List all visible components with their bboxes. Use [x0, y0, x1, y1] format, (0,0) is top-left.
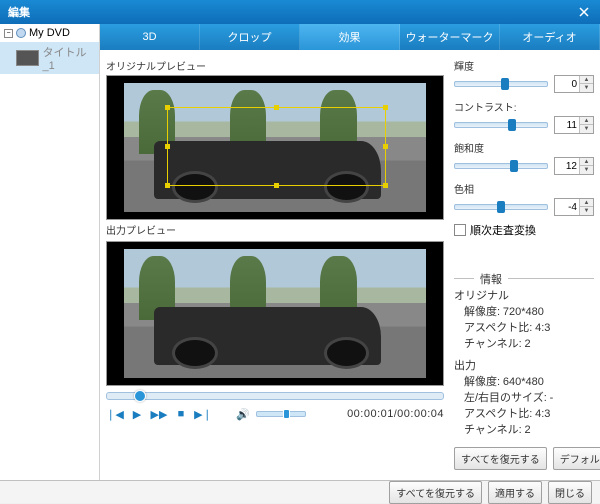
tab-crop[interactable]: クロップ: [200, 24, 300, 50]
spin-down[interactable]: ▼: [580, 207, 593, 215]
info-line: 左/右目のサイズ: -: [454, 389, 594, 405]
volume-icon[interactable]: 🔊: [234, 406, 252, 422]
apply-button[interactable]: 適用する: [488, 481, 542, 504]
play-button[interactable]: ▶: [128, 406, 146, 422]
info-line: チャンネル: 2: [454, 421, 594, 437]
ff-button[interactable]: ▶▶: [150, 406, 168, 422]
info-line: アスペクト比: 4:3: [454, 405, 594, 421]
spin-down[interactable]: ▼: [580, 84, 593, 92]
hue-spinner[interactable]: ▲▼: [554, 198, 594, 216]
seek-bar[interactable]: [106, 392, 444, 400]
deinterlace-label: 順次走査変換: [470, 222, 536, 238]
tree-panel: − My DVD タイトル_1: [0, 24, 100, 480]
deinterlace-checkbox[interactable]: [454, 224, 466, 236]
tabs: 3D クロップ 効果 ウォーターマーク オーディオ: [100, 24, 600, 50]
hue-slider[interactable]: [454, 204, 548, 210]
spin-down[interactable]: ▼: [580, 166, 593, 174]
info-line: アスペクト比: 4:3: [454, 319, 594, 335]
prev-button[interactable]: ❘◀: [106, 406, 124, 422]
saturation-input[interactable]: [555, 161, 579, 172]
tab-watermark[interactable]: ウォーターマーク: [400, 24, 500, 50]
seek-thumb[interactable]: [134, 390, 146, 402]
volume-slider[interactable]: [256, 411, 306, 417]
saturation-label: 飽和度: [454, 140, 594, 155]
footer-restore-all-button[interactable]: すべてを復元する: [389, 481, 482, 504]
info-line: 解像度: 720*480: [454, 303, 594, 319]
contrast-input[interactable]: [555, 120, 579, 131]
tab-effect[interactable]: 効果: [300, 24, 400, 50]
info-line: チャンネル: 2: [454, 335, 594, 351]
contrast-spinner[interactable]: ▲▼: [554, 116, 594, 134]
stop-button[interactable]: ■: [172, 406, 190, 422]
info-output-title: 出力: [454, 357, 594, 373]
collapse-icon[interactable]: −: [4, 29, 13, 38]
hue-input[interactable]: [555, 202, 579, 213]
spin-down[interactable]: ▼: [580, 125, 593, 133]
slider-thumb[interactable]: [501, 78, 509, 90]
tab-3d[interactable]: 3D: [100, 24, 200, 50]
output-preview: [106, 241, 444, 386]
output-preview-label: 出力プレビュー: [106, 220, 444, 239]
spin-up[interactable]: ▲: [580, 199, 593, 207]
spin-up[interactable]: ▲: [580, 76, 593, 84]
info-legend: 情報: [474, 271, 508, 287]
brightness-input[interactable]: [555, 79, 579, 90]
contrast-slider[interactable]: [454, 122, 548, 128]
time-display: 00:00:01/00:00:04: [347, 408, 444, 420]
restore-all-button[interactable]: すべてを復元する: [454, 447, 547, 470]
saturation-slider[interactable]: [454, 163, 548, 169]
contrast-label: コントラスト:: [454, 99, 594, 114]
hue-label: 色相: [454, 181, 594, 196]
close-icon[interactable]: [576, 4, 592, 20]
slider-thumb[interactable]: [510, 160, 518, 172]
slider-thumb[interactable]: [497, 201, 505, 213]
original-preview: [106, 75, 444, 220]
slider-thumb[interactable]: [508, 119, 516, 131]
titlebar: 編集: [0, 0, 600, 24]
tree-root[interactable]: − My DVD: [0, 24, 99, 42]
footer: すべてを復元する 適用する 閉じる: [0, 480, 600, 503]
tree-root-label: My DVD: [29, 27, 70, 39]
info-line: 解像度: 640*480: [454, 373, 594, 389]
disc-icon: [16, 28, 26, 38]
tree-item-title1[interactable]: タイトル_1: [0, 42, 99, 74]
next-button[interactable]: ▶❘: [194, 406, 212, 422]
brightness-slider[interactable]: [454, 81, 548, 87]
saturation-spinner[interactable]: ▲▼: [554, 157, 594, 175]
close-button[interactable]: 閉じる: [548, 481, 592, 504]
default-button[interactable]: デフォルトに戻す: [553, 447, 600, 470]
spin-up[interactable]: ▲: [580, 117, 593, 125]
volume-thumb[interactable]: [283, 409, 290, 419]
window-title: 編集: [8, 4, 576, 20]
tree-thumb: [16, 50, 39, 66]
tab-audio[interactable]: オーディオ: [500, 24, 600, 50]
brightness-spinner[interactable]: ▲▼: [554, 75, 594, 93]
crop-rect[interactable]: [167, 107, 385, 186]
spin-up[interactable]: ▲: [580, 158, 593, 166]
original-preview-label: オリジナルプレビュー: [106, 56, 444, 75]
brightness-label: 輝度: [454, 58, 594, 73]
info-original-title: オリジナル: [454, 287, 594, 303]
tree-item-label: タイトル_1: [43, 44, 95, 72]
